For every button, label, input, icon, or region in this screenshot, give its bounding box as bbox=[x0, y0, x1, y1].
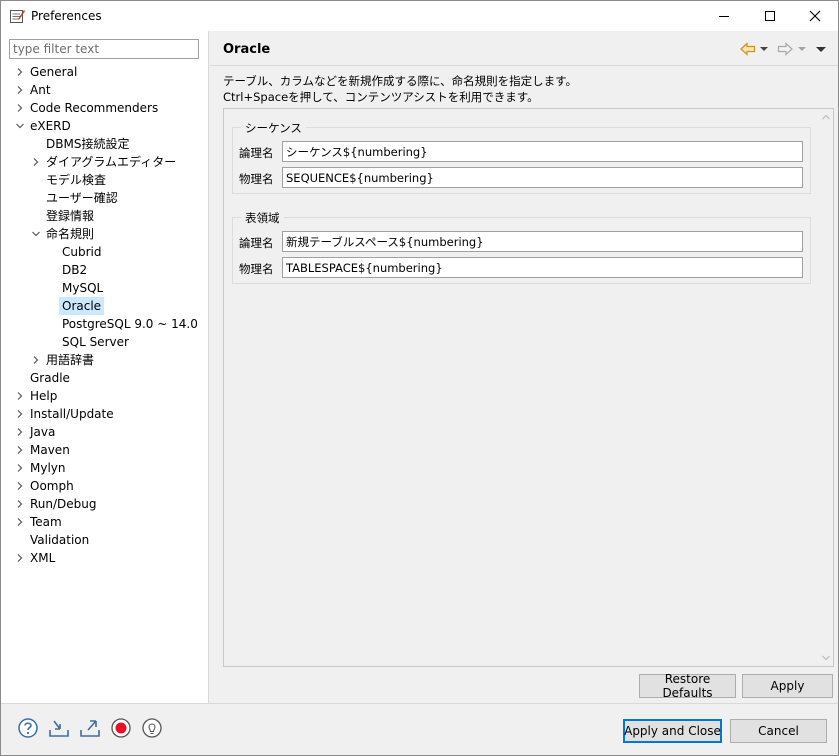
lightbulb-icon[interactable] bbox=[141, 717, 163, 739]
tree-item[interactable]: ユーザー確認 bbox=[43, 189, 121, 207]
window-title: Preferences bbox=[31, 9, 102, 23]
vertical-scrollbar[interactable] bbox=[819, 109, 833, 666]
view-menu-icon bbox=[816, 46, 826, 52]
apply-button[interactable]: Apply bbox=[742, 674, 833, 698]
scroll-up-icon[interactable] bbox=[819, 110, 833, 124]
chevron-down-icon bbox=[798, 47, 806, 51]
tree-item[interactable]: 登録情報 bbox=[43, 207, 97, 225]
tree-item[interactable]: Gradle bbox=[27, 369, 73, 387]
tree-item[interactable]: Oracle bbox=[59, 297, 105, 315]
chevron-right-icon[interactable] bbox=[15, 103, 25, 113]
tree-item[interactable]: Install/Update bbox=[27, 405, 117, 423]
preference-navigation: GeneralAntCode RecommenderseXERDDBMS接続設定… bbox=[1, 31, 209, 703]
field-label: 物理名 bbox=[239, 262, 274, 276]
back-history-dropdown[interactable] bbox=[760, 41, 768, 57]
preferences-window: Preferences GeneralAntCode Recommenderse… bbox=[0, 0, 839, 756]
import-icon[interactable] bbox=[48, 717, 70, 739]
back-button[interactable] bbox=[740, 41, 756, 57]
tree-item[interactable]: MySQL bbox=[59, 279, 106, 297]
tree-item[interactable]: 命名規則 bbox=[43, 225, 97, 243]
chevron-right-icon[interactable] bbox=[15, 499, 25, 509]
minimize-button[interactable] bbox=[701, 1, 747, 31]
tree-item[interactable]: General bbox=[27, 63, 80, 81]
tree-item[interactable]: ダイアグラムエディター bbox=[43, 153, 179, 171]
tree-item[interactable]: モデル検査 bbox=[43, 171, 109, 189]
title-bar: Preferences bbox=[1, 1, 838, 31]
tree-item[interactable]: Mylyn bbox=[27, 459, 69, 477]
field-label: 論理名 bbox=[239, 146, 274, 160]
scroll-down-icon[interactable] bbox=[819, 651, 833, 665]
tablespace-group: 表領域 論理名 物理名 bbox=[232, 210, 811, 284]
tree-item[interactable]: SQL Server bbox=[59, 333, 132, 351]
back-arrow-icon bbox=[740, 42, 756, 56]
chevron-right-icon[interactable] bbox=[15, 517, 25, 527]
tree-item[interactable]: XML bbox=[27, 549, 58, 567]
tree-item[interactable]: Java bbox=[27, 423, 58, 441]
chevron-down-icon[interactable] bbox=[31, 229, 41, 239]
page-description-line1: テーブル、カラムなどを新規作成する際に、命名規則を指定します。 bbox=[223, 74, 577, 88]
footer-separator bbox=[1, 703, 838, 704]
sequence-physical-name-input[interactable] bbox=[282, 167, 803, 188]
chevron-right-icon[interactable] bbox=[15, 427, 25, 437]
tree-item[interactable]: DB2 bbox=[59, 261, 90, 279]
tree-item[interactable]: Maven bbox=[27, 441, 73, 459]
tree-item[interactable]: Help bbox=[27, 387, 60, 405]
preference-content: シーケンス 論理名 物理名 表領域 論理名 物理名 bbox=[223, 108, 834, 667]
chevron-right-icon[interactable] bbox=[15, 85, 25, 95]
help-icon[interactable] bbox=[17, 717, 39, 739]
chevron-right-icon[interactable] bbox=[15, 463, 25, 473]
chevron-right-icon[interactable] bbox=[15, 67, 25, 77]
chevron-right-icon[interactable] bbox=[15, 391, 25, 401]
tree-item[interactable]: eXERD bbox=[27, 117, 74, 135]
tree-item[interactable]: PostgreSQL 9.0 ~ 14.0 bbox=[59, 315, 201, 333]
cancel-button[interactable]: Cancel bbox=[730, 719, 827, 743]
group-label: シーケンス bbox=[241, 120, 306, 136]
chevron-right-icon[interactable] bbox=[15, 409, 25, 419]
export-icon[interactable] bbox=[79, 717, 101, 739]
tablespace-physical-name-input[interactable] bbox=[282, 257, 803, 278]
chevron-right-icon[interactable] bbox=[15, 481, 25, 491]
tree-item[interactable]: Oomph bbox=[27, 477, 77, 495]
sequence-logical-name-input[interactable] bbox=[282, 141, 803, 162]
chevron-right-icon[interactable] bbox=[31, 355, 41, 365]
chevron-right-icon[interactable] bbox=[31, 157, 41, 167]
page-header: Oracle bbox=[210, 31, 838, 66]
chevron-right-icon[interactable] bbox=[15, 445, 25, 455]
view-menu-button[interactable] bbox=[816, 41, 826, 57]
tree-item[interactable]: Cubrid bbox=[59, 243, 105, 261]
close-window-button[interactable] bbox=[792, 1, 838, 31]
record-icon[interactable] bbox=[110, 717, 132, 739]
tree-item[interactable]: Run/Debug bbox=[27, 495, 100, 513]
tree-item[interactable]: Code Recommenders bbox=[27, 99, 161, 117]
group-label: 表領域 bbox=[241, 210, 284, 226]
chevron-down-icon bbox=[760, 47, 768, 51]
tree-item[interactable]: Ant bbox=[27, 81, 54, 99]
close-icon bbox=[809, 10, 821, 22]
tree-item[interactable]: Validation bbox=[27, 531, 92, 549]
tree-item[interactable]: DBMS接続設定 bbox=[43, 135, 132, 153]
field-label: 論理名 bbox=[239, 236, 274, 250]
page-description-line2: Ctrl+Spaceを押して、コンテンツアシストを利用できます。 bbox=[223, 90, 539, 104]
maximize-button[interactable] bbox=[747, 1, 793, 31]
forward-button[interactable] bbox=[777, 41, 793, 57]
minimize-icon bbox=[719, 16, 729, 17]
chevron-down-icon[interactable] bbox=[15, 121, 25, 131]
forward-arrow-icon bbox=[777, 42, 793, 56]
restore-defaults-button[interactable]: Restore Defaults bbox=[639, 672, 736, 700]
forward-history-dropdown[interactable] bbox=[798, 41, 806, 57]
apply-and-close-button[interactable]: Apply and Close bbox=[623, 719, 722, 743]
tree-item[interactable]: Team bbox=[27, 513, 65, 531]
field-label: 物理名 bbox=[239, 172, 274, 186]
tablespace-logical-name-input[interactable] bbox=[282, 231, 803, 252]
page-title: Oracle bbox=[223, 42, 271, 57]
tree-item[interactable]: 用語辞書 bbox=[43, 351, 97, 369]
sequence-group: シーケンス 論理名 物理名 bbox=[232, 120, 811, 194]
preferences-app-icon bbox=[9, 8, 25, 24]
chevron-right-icon[interactable] bbox=[15, 553, 25, 563]
maximize-icon bbox=[765, 11, 775, 21]
filter-input[interactable] bbox=[9, 39, 199, 59]
